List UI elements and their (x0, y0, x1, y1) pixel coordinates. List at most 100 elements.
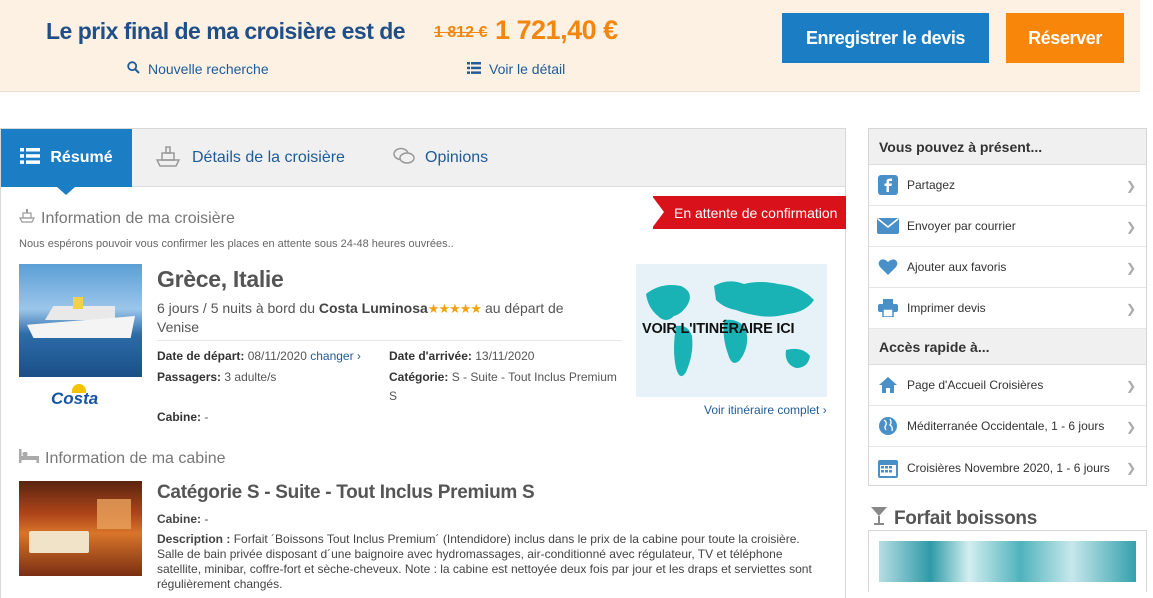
itinerary-map-text: VOIR L'ITINÉRAIRE ICI (642, 321, 795, 337)
share-item[interactable]: Partagez ❯ (869, 165, 1146, 206)
cabin-label: Cabine: (157, 410, 202, 424)
actions-heading: Vous pouvez à présent... (869, 129, 1146, 165)
ship-icon (154, 142, 182, 175)
facebook-icon (877, 175, 899, 195)
list-icon (20, 147, 41, 169)
itinerary-map[interactable]: VOIR L'ITINÉRAIRE ICI (636, 264, 827, 397)
cruise-info-heading: Information de ma croisière (19, 208, 235, 229)
chat-icon (393, 147, 415, 170)
departure-value: 08/11/2020 (247, 349, 307, 363)
chevron-right-icon: ❯ (1125, 179, 1136, 193)
star-rating: ★★★★★ (427, 301, 482, 316)
november-label: Croisières Novembre 2020, 1 - 6 jours (907, 460, 1110, 475)
category: Catégorie: S - Suite - Tout Inclus Premi… (389, 368, 624, 406)
costa-logo: Costa (51, 389, 99, 408)
departure-date: Date de départ: 08/11/2020 changer › (157, 347, 361, 366)
tab-summary[interactable]: Résumé (1, 129, 132, 195)
full-itinerary-link[interactable]: Voir itinéraire complet › (704, 403, 827, 417)
cabin-info-title: Information de ma cabine (45, 449, 226, 467)
tab-cruise-details[interactable]: Détails de la croisière (154, 129, 345, 187)
drinks-title: Forfait boissons (894, 508, 1037, 529)
book-button[interactable]: Réserver (1006, 13, 1124, 63)
ship-icon (19, 208, 35, 229)
arrival-label: Date d'arrivée: (389, 349, 472, 363)
mail-icon (877, 216, 899, 236)
tab-summary-label: Résumé (50, 149, 113, 166)
price-label: Le prix final de ma croisière est de (46, 18, 406, 44)
heart-icon (877, 257, 899, 277)
view-detail-label: Voir le détail (489, 61, 566, 77)
arrival-value: 13/11/2020 (475, 349, 535, 363)
cabin-category-title: Catégorie S - Suite - Tout Inclus Premiu… (157, 482, 535, 503)
calendar-icon (877, 458, 899, 478)
home-icon (877, 375, 899, 395)
confirmation-note: Nous espérons pouvoir vous confirmer les… (19, 238, 454, 250)
cabin-number-label: Cabine: (157, 512, 202, 526)
bed-icon (19, 449, 39, 468)
passengers-value: 3 adulte/s (224, 370, 277, 384)
chevron-right-icon: ❯ (1125, 461, 1136, 475)
arrival-date: Date d'arrivée: 13/11/2020 (389, 347, 534, 366)
new-search-label: Nouvelle recherche (148, 61, 269, 77)
ship-name: Costa Luminosa (318, 300, 428, 316)
cabin-number: Cabine: - (157, 512, 827, 527)
chevron-right-icon: ❯ (1125, 379, 1136, 393)
tab-opinions-label: Opinions (425, 149, 489, 166)
category-label: Catégorie: (389, 370, 449, 384)
cruise-description: 6 jours / 5 nuits à bord du Costa Lumino… (157, 299, 602, 337)
sidebar: Vous pouvez à présent... Partagez ❯ Envo… (868, 128, 1147, 486)
chevron-right-icon: ❯ (1125, 420, 1136, 434)
save-quote-button[interactable]: Enregistrer le devis (782, 13, 989, 63)
cruise-info-title: Information de ma croisière (41, 209, 235, 227)
list-icon (467, 61, 481, 77)
chevron-right-icon: ❯ (1125, 302, 1136, 316)
cabin-details: Cabine: - Description : Forfait ´Boisson… (157, 512, 827, 592)
print-item[interactable]: Imprimer devis ❯ (869, 288, 1146, 329)
november-item[interactable]: Croisières Novembre 2020, 1 - 6 jours ❯ (869, 447, 1146, 488)
price-header: Le prix final de ma croisière est de 1 8… (0, 0, 1140, 92)
email-item[interactable]: Envoyer par courrier ❯ (869, 206, 1146, 247)
cruise-desc-prefix: 6 jours / 5 nuits à bord du (157, 300, 315, 316)
full-itinerary-label: Voir itinéraire complet (704, 403, 820, 417)
tab-cruise-details-label: Détails de la croisière (192, 149, 345, 166)
drinks-photo (868, 530, 1147, 592)
home-item[interactable]: Page d'Accueil Croisières ❯ (869, 365, 1146, 406)
cocktail-icon (870, 506, 888, 532)
quick-access-heading: Accès rapide à... (869, 329, 1146, 365)
cabin-description-label: Description : (157, 532, 231, 546)
cruise-title: Grèce, Italie (157, 266, 284, 292)
cabin-info-heading: Information de ma cabine (19, 449, 226, 468)
drinks-heading: Forfait boissons (870, 506, 1037, 532)
cabin-description: Description : Forfait ´Boissons Tout Inc… (157, 532, 827, 592)
change-date-label: changer (310, 349, 354, 363)
divider (157, 340, 622, 341)
tab-bar: Résumé Détails de la croisière Opinions (1, 129, 845, 195)
view-detail-link[interactable]: Voir le détail (467, 61, 565, 77)
status-badge: En attente de confirmation (652, 196, 846, 229)
passengers: Passagers: 3 adulte/s (157, 368, 276, 387)
final-price: 1 721,40 € (495, 15, 618, 45)
globe-icon (877, 416, 899, 436)
mediterranean-item[interactable]: Méditerranée Occidentale, 1 - 6 jours ❯ (869, 406, 1146, 447)
chevron-right-icon: ❯ (1125, 261, 1136, 275)
main-panel: Résumé Détails de la croisière Opinions … (0, 128, 846, 598)
share-label: Partagez (907, 178, 956, 192)
change-date-link[interactable]: changer › (310, 349, 361, 363)
departure-label: Date de départ: (157, 349, 245, 363)
cabin-summary: Cabine: - (157, 408, 208, 427)
printer-icon (877, 298, 899, 318)
ship-photo (19, 264, 142, 377)
tab-opinions[interactable]: Opinions (393, 129, 488, 187)
favorite-item[interactable]: Ajouter aux favoris ❯ (869, 247, 1146, 288)
email-label: Envoyer par courrier (907, 219, 1016, 233)
cabin-value: - (204, 410, 209, 424)
print-label: Imprimer devis (907, 301, 986, 315)
chevron-right-icon: ❯ (1125, 220, 1136, 234)
cabin-number-value: - (204, 512, 209, 526)
search-icon (127, 61, 140, 77)
new-search-link[interactable]: Nouvelle recherche (127, 61, 269, 77)
passengers-label: Passagers: (157, 370, 222, 384)
cabin-photo (19, 481, 142, 576)
home-label: Page d'Accueil Croisières (907, 378, 1044, 392)
cabin-description-text: Forfait ´Boissons Tout Inclus Premium´ (… (157, 532, 812, 591)
